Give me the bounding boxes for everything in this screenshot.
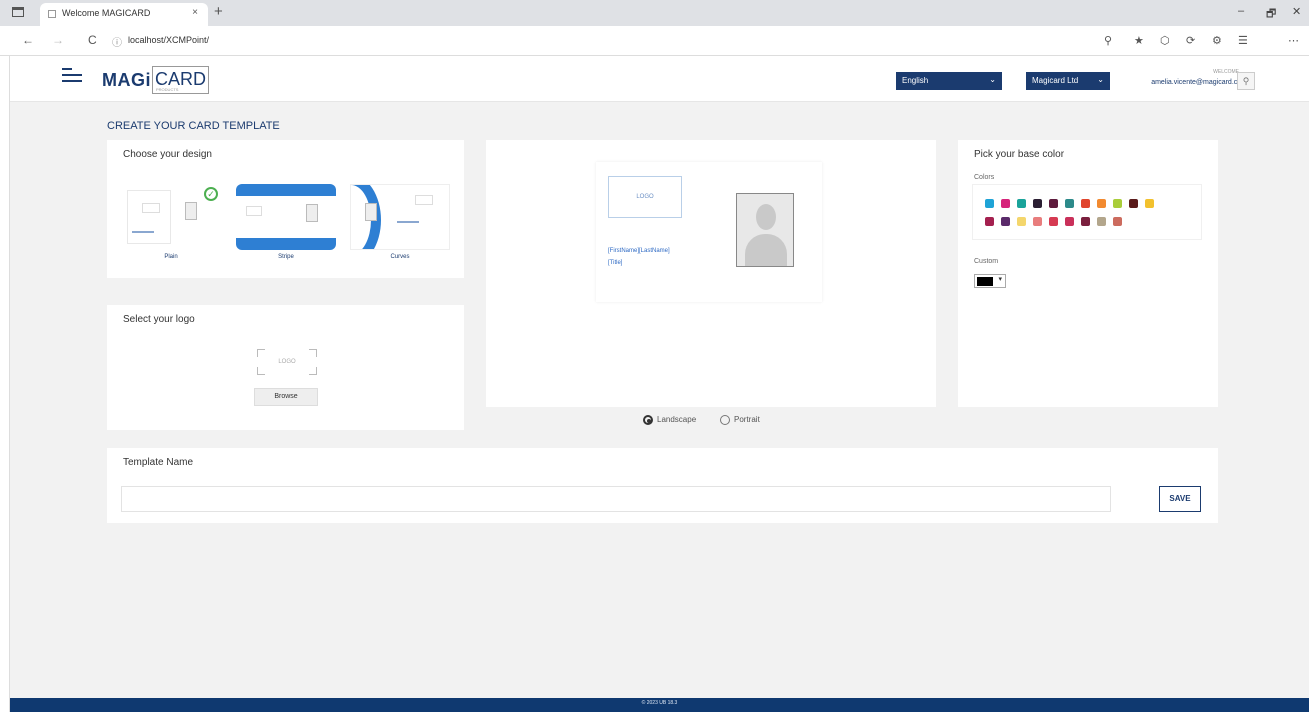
close-window-button[interactable]: ✕ <box>1292 5 1301 18</box>
address-bar: ← → C ⓘ localhost/XCMPoint/ ⚲ ★ ⬡ ⟳ ⚙ ☰ … <box>0 26 1309 56</box>
color-swatch[interactable] <box>1145 199 1154 208</box>
custom-color-picker[interactable]: ▾ <box>974 274 1006 288</box>
design-panel: Choose your design ✓ Plain Stripe Curves <box>107 140 464 278</box>
settings-icon[interactable]: ⚙ <box>1212 34 1222 47</box>
preview-name-field: [FirstName][LastName] <box>608 248 670 254</box>
color-swatch[interactable] <box>1017 217 1026 226</box>
color-panel: Pick your base color Colors Custom ▾ <box>958 140 1218 407</box>
design-label-stripe: Stripe <box>278 254 294 260</box>
colors-label: Colors <box>974 174 995 181</box>
preview-logo: LOGO <box>608 176 682 218</box>
left-edge <box>0 56 10 712</box>
sync-icon[interactable]: ⟳ <box>1186 34 1195 47</box>
color-swatch[interactable] <box>985 199 994 208</box>
plain-card-thumb <box>127 190 171 244</box>
chevron-down-icon: ⌄ <box>1097 75 1104 84</box>
save-button[interactable]: SAVE <box>1159 486 1201 512</box>
chevron-down-icon: ▾ <box>998 276 1002 283</box>
color-swatch[interactable] <box>1113 199 1122 208</box>
radio-icon <box>720 415 730 425</box>
browse-button[interactable]: Browse <box>254 388 318 406</box>
color-swatch[interactable] <box>1065 199 1074 208</box>
design-curves[interactable] <box>350 184 450 250</box>
back-button[interactable]: ← <box>22 33 34 47</box>
preview-photo <box>736 193 794 267</box>
design-stripe[interactable] <box>236 184 336 250</box>
color-swatch[interactable] <box>1001 199 1010 208</box>
favorite-icon[interactable]: ★ <box>1134 34 1144 47</box>
portrait-radio[interactable]: Portrait <box>720 415 760 425</box>
color-swatch[interactable] <box>1129 199 1138 208</box>
logo-card-text: CARD PRODUCTS <box>152 66 210 94</box>
page-title: CREATE YOUR CARD TEMPLATE <box>107 120 280 132</box>
design-plain[interactable]: ✓ <box>121 184 221 250</box>
welcome-label: WELCOME <box>1213 69 1239 75</box>
forward-button[interactable]: → <box>52 33 64 47</box>
window-menu-icon[interactable] <box>12 7 24 17</box>
template-name-input[interactable] <box>121 486 1111 512</box>
minimize-button[interactable]: – <box>1238 5 1244 17</box>
design-label-curves: Curves <box>390 254 410 260</box>
collections-icon[interactable]: ☰ <box>1238 34 1248 47</box>
tab-title: Welcome MAGICARD <box>62 8 151 18</box>
custom-label: Custom <box>974 258 999 265</box>
radio-selected-icon <box>643 415 653 425</box>
color-swatch[interactable] <box>985 217 994 226</box>
design-label-plain: Plain <box>164 254 178 260</box>
card-preview-panel: LOGO [FirstName][LastName] [Title] <box>486 140 936 407</box>
new-tab-button[interactable]: + <box>214 3 223 20</box>
color-swatch[interactable] <box>1033 199 1042 208</box>
color-swatch[interactable] <box>1081 199 1090 208</box>
browser-tabbar: Welcome MAGICARD × + – 🗗 ✕ <box>0 0 1309 26</box>
search-icon[interactable]: ⚲ <box>1104 34 1112 47</box>
browser-tab[interactable]: Welcome MAGICARD × <box>40 3 208 26</box>
site-info-icon[interactable]: ⓘ <box>112 34 122 49</box>
favicon-icon <box>48 10 56 18</box>
design-panel-title: Choose your design <box>123 149 212 160</box>
color-swatch[interactable] <box>1049 217 1058 226</box>
color-panel-title: Pick your base color <box>974 149 1065 160</box>
color-swatch[interactable] <box>1049 199 1058 208</box>
preview-title-field: [Title] <box>608 260 623 266</box>
magicard-logo[interactable]: MAGi CARD PRODUCTS <box>102 65 210 95</box>
logo-placeholder[interactable]: LOGO <box>257 349 317 375</box>
menu-icon[interactable] <box>62 68 82 86</box>
extension-icon[interactable]: ⬡ <box>1160 34 1170 47</box>
maximize-button[interactable]: 🗗 <box>1266 5 1276 24</box>
color-swatch[interactable] <box>1017 199 1026 208</box>
url-field[interactable]: localhost/XCMPoint/ <box>128 35 209 45</box>
app-header: MAGi CARD PRODUCTS English ⌄ Magicard Ltd ⌄… <box>10 56 1309 102</box>
selected-check-icon: ✓ <box>204 187 218 201</box>
landscape-radio[interactable]: Landscape <box>643 415 696 425</box>
color-swatch[interactable] <box>1097 199 1106 208</box>
logo-panel-title: Select your logo <box>123 314 195 325</box>
color-swatches <box>972 184 1202 240</box>
footer-text: © 2023 UB 18.3 <box>641 700 678 706</box>
card-preview: LOGO [FirstName][LastName] [Title] <box>596 162 822 302</box>
reload-button[interactable]: C <box>88 33 97 47</box>
logo-panel: Select your logo LOGO Browse <box>107 305 464 430</box>
language-select[interactable]: English ⌄ <box>896 72 1002 90</box>
color-swatch[interactable] <box>1113 217 1122 226</box>
more-icon[interactable]: ⋯ <box>1288 34 1299 47</box>
user-icon[interactable]: ⚲ <box>1237 72 1255 90</box>
company-select[interactable]: Magicard Ltd ⌄ <box>1026 72 1110 90</box>
user-email: amelia.vicente@magicard.com <box>1151 79 1247 86</box>
footer: © 2023 UB 18.3 <box>10 698 1309 712</box>
color-swatch[interactable] <box>1097 217 1106 226</box>
color-swatch[interactable] <box>1033 217 1042 226</box>
logo-magi-text: MAGi <box>102 69 151 90</box>
chevron-down-icon: ⌄ <box>989 75 996 84</box>
template-panel: Template Name SAVE <box>107 448 1218 523</box>
color-swatch[interactable] <box>1001 217 1010 226</box>
color-swatch[interactable] <box>1081 217 1090 226</box>
color-swatch[interactable] <box>1065 217 1074 226</box>
close-tab-icon[interactable]: × <box>192 7 198 18</box>
template-name-title: Template Name <box>123 457 194 468</box>
